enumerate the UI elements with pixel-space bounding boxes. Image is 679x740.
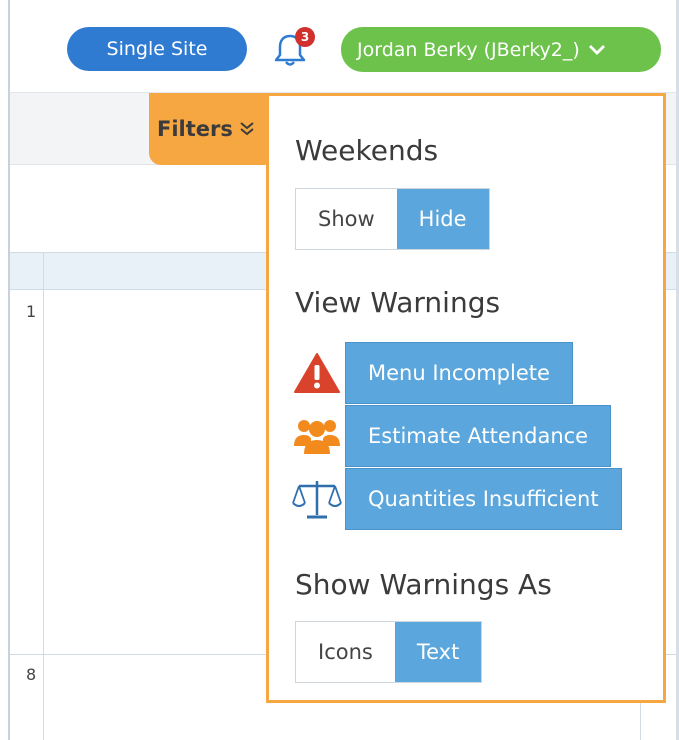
weekends-heading: Weekends — [295, 134, 439, 167]
week-row-label: 1 — [26, 302, 37, 321]
view-warnings-heading: View Warnings — [295, 286, 501, 319]
balance-scale-icon — [289, 471, 345, 527]
quantities-insufficient-button[interactable]: Quantities Insufficient — [345, 468, 622, 530]
window-left-border — [0, 0, 10, 740]
double-chevron-down-icon — [239, 120, 255, 138]
menu-incomplete-button[interactable]: Menu Incomplete — [345, 342, 573, 404]
show-as-icons-option[interactable]: Icons — [296, 622, 395, 682]
show-warnings-as-toggle: Icons Text — [295, 621, 483, 683]
warning-row-estimate-attendance: Estimate Attendance — [289, 405, 612, 467]
user-menu-label: Jordan Berky (JBerky2_) — [357, 38, 580, 61]
show-as-text-option[interactable]: Text — [394, 622, 482, 682]
people-group-icon — [289, 408, 345, 464]
weekends-show-option[interactable]: Show — [296, 189, 397, 249]
filters-label: Filters — [157, 117, 233, 141]
show-warnings-as-heading: Show Warnings As — [295, 568, 552, 601]
grid-column-divider — [640, 700, 641, 740]
chevron-down-icon — [588, 43, 606, 57]
filters-panel: Weekends Show Hide View Warnings Menu In… — [266, 93, 666, 703]
filters-button[interactable]: Filters — [149, 93, 279, 165]
warning-row-menu-incomplete: Menu Incomplete — [289, 342, 573, 404]
warning-row-quantities-insufficient: Quantities Insufficient — [289, 468, 622, 530]
weekends-hide-option[interactable]: Hide — [396, 189, 489, 249]
notifications-badge: 3 — [295, 27, 315, 47]
grid-column-divider — [43, 252, 44, 740]
user-menu-button[interactable]: Jordan Berky (JBerky2_) — [341, 27, 661, 72]
warning-triangle-icon — [289, 345, 345, 401]
estimate-attendance-button[interactable]: Estimate Attendance — [345, 405, 612, 467]
single-site-button[interactable]: Single Site — [67, 27, 247, 71]
week-row-label: 8 — [26, 665, 37, 684]
weekends-toggle: Show Hide — [295, 188, 490, 250]
top-header: Single Site 3 Jordan Berky (JBerky2_) — [10, 0, 676, 93]
single-site-label: Single Site — [106, 38, 208, 60]
